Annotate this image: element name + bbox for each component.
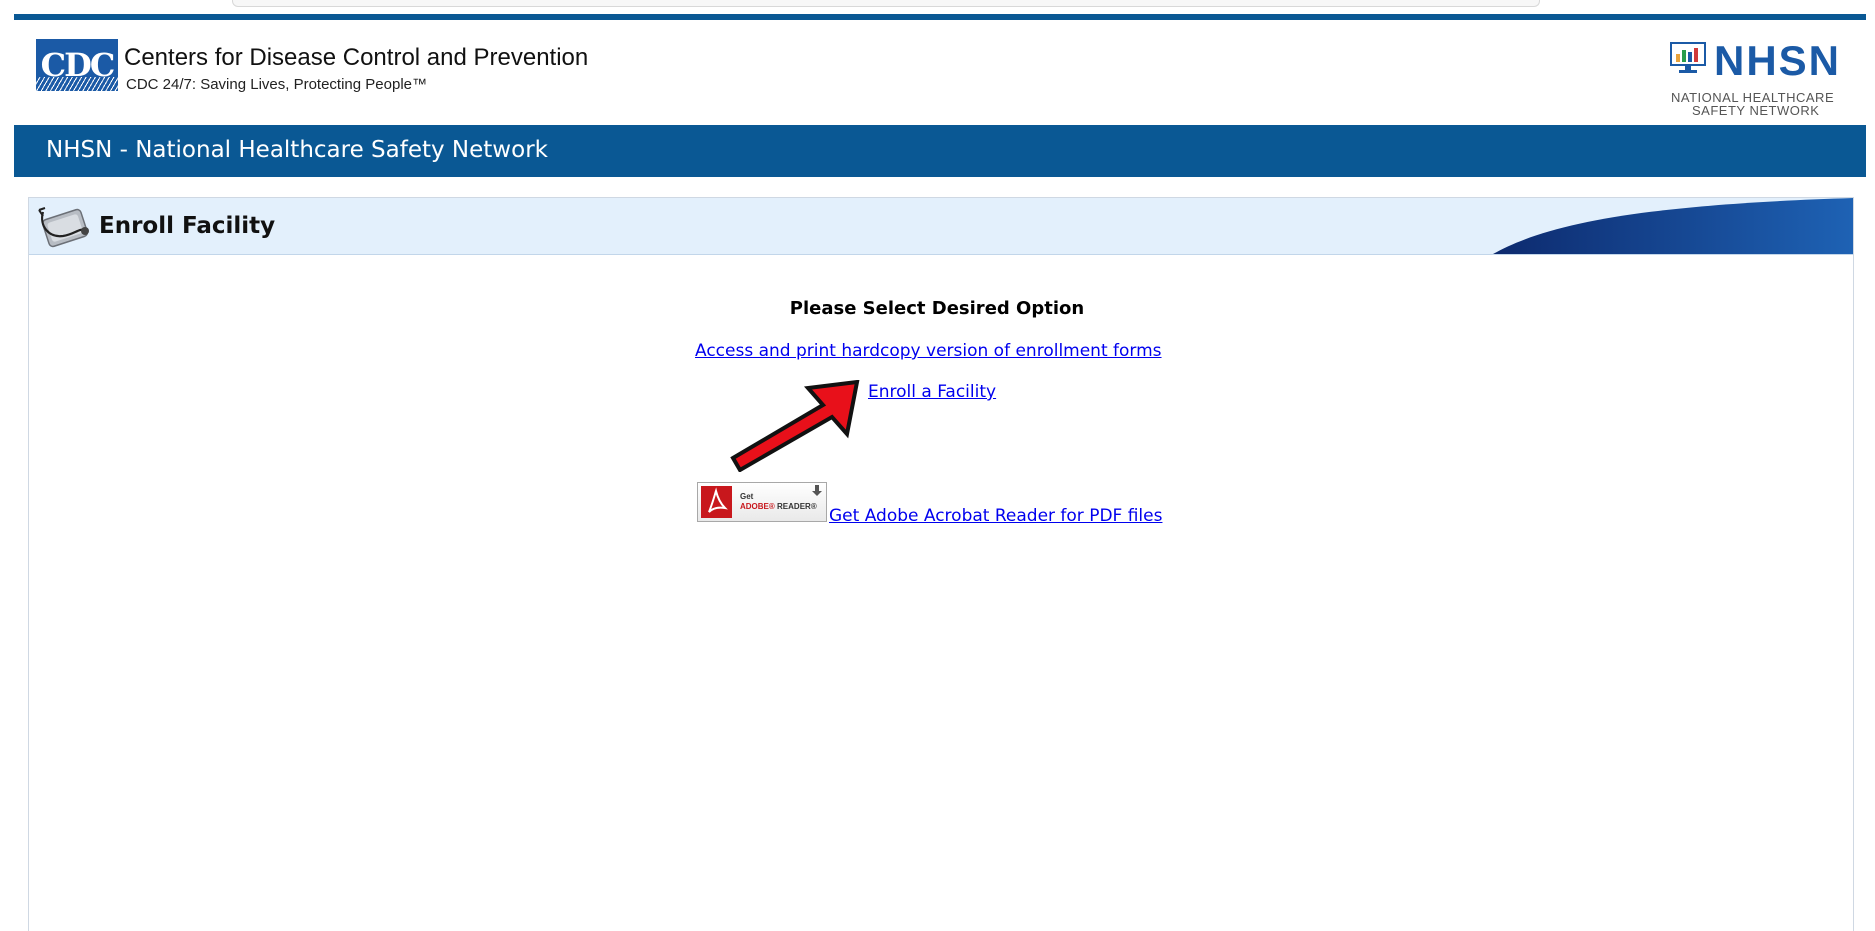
enroll-facility-link[interactable]: Enroll a Facility <box>868 382 996 402</box>
adobe-product-label: READER® <box>777 502 817 511</box>
browser-address-bar[interactable] <box>232 0 1540 7</box>
cdc-logo-text: CDC <box>40 46 116 84</box>
red-arrow-icon <box>730 380 860 472</box>
select-option-prompt: Please Select Desired Option <box>789 298 1085 319</box>
hardcopy-forms-link[interactable]: Access and print hardcopy version of enr… <box>695 341 1162 361</box>
cdc-tagline: CDC 24/7: Saving Lives, Protecting Peopl… <box>126 76 427 93</box>
header-swoosh-decoration <box>1493 198 1853 254</box>
adobe-get-label: Get <box>740 492 754 501</box>
get-adobe-reader-link[interactable]: Get Adobe Acrobat Reader for PDF files <box>829 506 1162 526</box>
cdc-title[interactable]: Centers for Disease Control and Preventi… <box>124 44 588 72</box>
site-banner: NHSN - National Healthcare Safety Networ… <box>14 125 1866 177</box>
banner-title: NHSN - National Healthcare Safety Networ… <box>46 137 548 163</box>
top-accent-bar <box>14 14 1866 20</box>
stethoscope-icon <box>38 207 89 248</box>
cdc-logo[interactable]: CDC <box>36 39 118 91</box>
page: CDC Centers for Disease Control and Prev… <box>14 14 1866 931</box>
nhsn-subtitle-line2: SAFETY NETWORK <box>1692 103 1820 118</box>
pdf-icon <box>701 486 732 518</box>
get-adobe-reader-badge[interactable]: Get ADOBE® READER® <box>697 482 827 522</box>
panel-title: Enroll Facility <box>99 213 276 239</box>
download-icon <box>812 485 822 496</box>
nhsn-logo[interactable]: NHSN <box>1714 38 1841 84</box>
panel-header: Enroll Facility <box>29 198 1853 255</box>
monitor-chart-icon <box>1670 42 1706 73</box>
adobe-brand-label: ADOBE® <box>740 502 775 511</box>
adobe-reader-label: ADOBE® READER® <box>740 502 817 511</box>
